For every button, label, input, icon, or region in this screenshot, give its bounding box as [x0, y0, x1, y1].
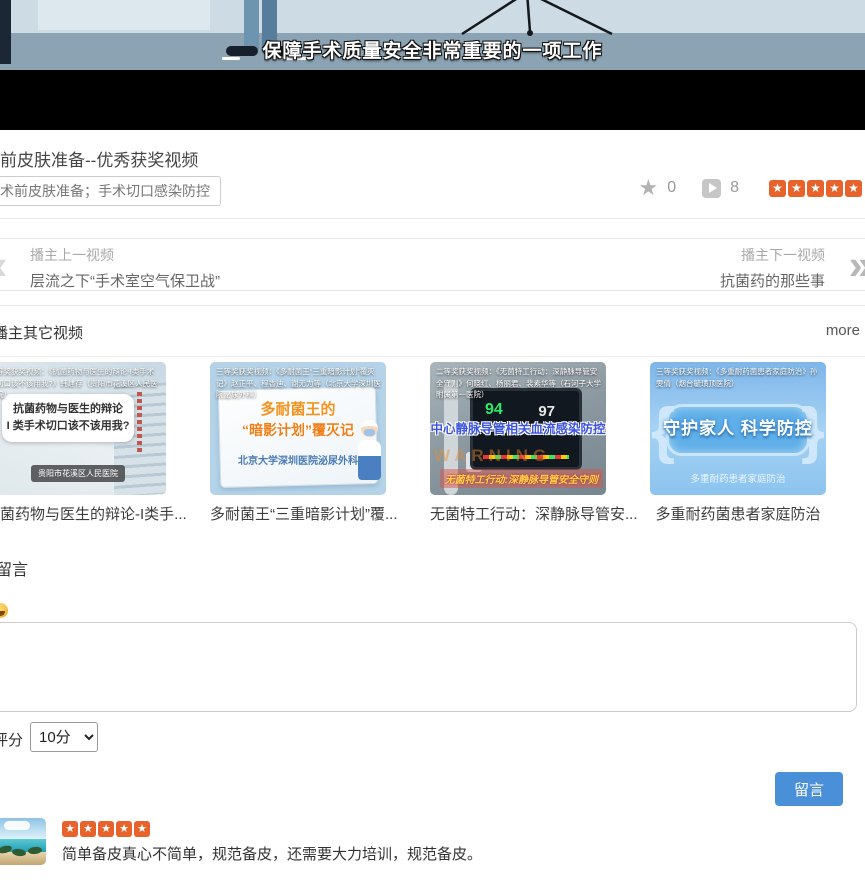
commenter-avatar [0, 818, 46, 865]
rating-star-icon[interactable]: ★ [807, 180, 824, 197]
comment-rating-stars: ★ ★ ★ ★ ★ [62, 821, 150, 837]
video-thumbnail-4[interactable]: { } 三等奖获奖视频：《多重耐药菌患者家庭防治》孙雯倩（烟台毓璜顶医院） 守护… [650, 362, 826, 495]
rating-star-icon[interactable]: ★ [788, 180, 805, 197]
thumbnail-title-line: 中心静脉导管相关血流感染防控 [430, 418, 606, 437]
thumbnail-title-line: 多耐菌王的 [210, 398, 386, 419]
divider [0, 218, 865, 219]
thumbnail-speech-bubble: 抗菌药物与医生的辩论 I 类手术切口该不该用我? [2, 394, 134, 442]
rating-star-icon[interactable]: ★ [826, 180, 843, 197]
thumbnail-subtitle-line: 多重耐药患者家庭防治 [650, 471, 826, 485]
prev-video-title[interactable]: 层流之下“手术室空气保卫战” [30, 270, 220, 291]
thumbnail-caption-1[interactable]: 菌药物与医生的辩论-I类手... [0, 503, 187, 524]
thumbnail-overlay-text: 等奖获奖视频：《抗菌药物与医生的辩论-I类手术切口该不该用我?》韩建存（贵阳市花… [0, 366, 161, 401]
thumbnail-caption-2[interactable]: 多耐菌王“三重暗影计划”覆... [210, 503, 398, 524]
next-video-title[interactable]: 抗菌药的那些事 [720, 270, 825, 291]
plays-count: 8 [730, 179, 739, 197]
thumbnail-caption-3[interactable]: 无菌特工行动：深静脉导管安... [430, 503, 638, 524]
rating-star-icon: ★ [80, 821, 96, 837]
rating-select[interactable]: 10分 [30, 722, 98, 752]
warning-watermark: WARNING [434, 446, 551, 466]
other-videos-section: 播主其它视频 more [0, 305, 865, 357]
video-thumbnail-3[interactable]: 94 97 WARNING 二等奖获奖视频：《无菌特工行动：深静脉导管安全守则》… [430, 362, 606, 495]
more-link[interactable]: more [826, 322, 860, 339]
rating-label: 评分 [0, 729, 23, 750]
comments-heading: 留言 [0, 556, 28, 580]
rating-star-icon: ★ [134, 821, 150, 837]
rating-star-icon: ★ [116, 821, 132, 837]
comment-textarea[interactable] [0, 622, 857, 712]
bubble-line: I 类手术切口该不该用我? [4, 418, 132, 435]
thumbnail-overlay-text: 三等奖获奖视频：《多重耐药菌患者家庭防治》孙雯倩（烟台毓璜顶医院） [656, 366, 821, 389]
video-rating-stars[interactable]: ★ ★ ★ ★ ★ [769, 180, 862, 197]
play-count-icon [702, 179, 721, 198]
prev-video-label: 播主上一视频 [30, 245, 220, 265]
favorites-count: 0 [667, 179, 676, 197]
other-videos-heading: 播主其它视频 [0, 322, 83, 343]
video-thumbnail-2[interactable]: 三等奖获奖视频：《多耐菌王“三重暗影计划”覆灭记》赵正平、程香迪、谢无为等（北京… [210, 362, 386, 495]
next-video-link[interactable]: 播主下一视频 抗菌药的那些事 [720, 245, 825, 291]
video-title: 前皮肤准备--优秀获奖视频 [0, 146, 198, 171]
other-videos-row: 等奖获奖视频：《抗菌药物与医生的辩论-I类手术切口该不该用我?》韩建存（贵阳市花… [0, 362, 865, 495]
favorite-star-icon[interactable]: ★ [638, 177, 658, 199]
thumbnail-overlay-text: 三等奖获奖视频：《多耐菌王“三重暗影计划”覆灭记》赵正平、程香迪、谢无为等（北京… [216, 366, 381, 401]
monitor-value: 94 [485, 401, 503, 419]
video-thumbnail-1[interactable]: 等奖获奖视频：《抗菌药物与医生的辩论-I类手术切口该不该用我?》韩建存（贵阳市花… [0, 362, 166, 495]
thumbnail-caption-4[interactable]: 多重耐药菌患者家庭防治 [650, 503, 826, 524]
video-tags-box: 术前皮肤准备；手术切口感染防控 [0, 176, 221, 206]
next-video-label: 播主下一视频 [720, 245, 825, 265]
thumbnail-overlay-text: 二等奖获奖视频：《无菌特工行动：深静脉导管安全守则》何晓红、杨丽君、裴素华等（石… [436, 366, 601, 401]
rating-star-icon: ★ [62, 821, 78, 837]
hospital-sign-art [137, 392, 142, 452]
bubble-line: 抗菌药物与医生的辩论 [4, 401, 132, 418]
submit-comment-button[interactable]: 留言 [775, 772, 843, 806]
thumbnail-bottom-badge: 无菌特工行动:深静脉导管安全守则 [440, 469, 603, 488]
rating-star-icon[interactable]: ★ [845, 180, 862, 197]
video-page: 保障手术质量安全非常重要的一项工作 前皮肤准备--优秀获奖视频 术前皮肤准备；手… [0, 0, 865, 892]
video-frame: 保障手术质量安全非常重要的一项工作 [0, 0, 865, 70]
video-stats: ★ 0 8 ★ ★ ★ ★ ★ [638, 177, 862, 199]
comment-text: 简单备皮真心不简单，规范备皮，还需要大力培训，规范备皮。 [62, 843, 482, 864]
prev-chevron-icon[interactable]: « [0, 240, 3, 290]
prev-video-link[interactable]: 播主上一视频 层流之下“手术室空气保卫战” [30, 245, 220, 291]
thumbnail-hospital-badge: 贵阳市花溪区人民医院 [31, 465, 125, 482]
rating-star-icon: ★ [98, 821, 114, 837]
emoji-picker-icon[interactable] [0, 603, 8, 618]
video-player[interactable]: 保障手术质量安全非常重要的一项工作 [0, 0, 865, 130]
thumbnail-title-line: 守护家人 科学防控 [650, 414, 826, 439]
next-chevron-icon[interactable]: » [849, 240, 865, 290]
doctor-character-art [357, 420, 383, 490]
prev-next-nav: « 播主上一视频 层流之下“手术室空气保卫战” 播主下一视频 抗菌药的那些事 » [0, 238, 865, 291]
video-subtitle: 保障手术质量安全非常重要的一项工作 [0, 36, 865, 63]
rating-star-icon[interactable]: ★ [769, 180, 786, 197]
